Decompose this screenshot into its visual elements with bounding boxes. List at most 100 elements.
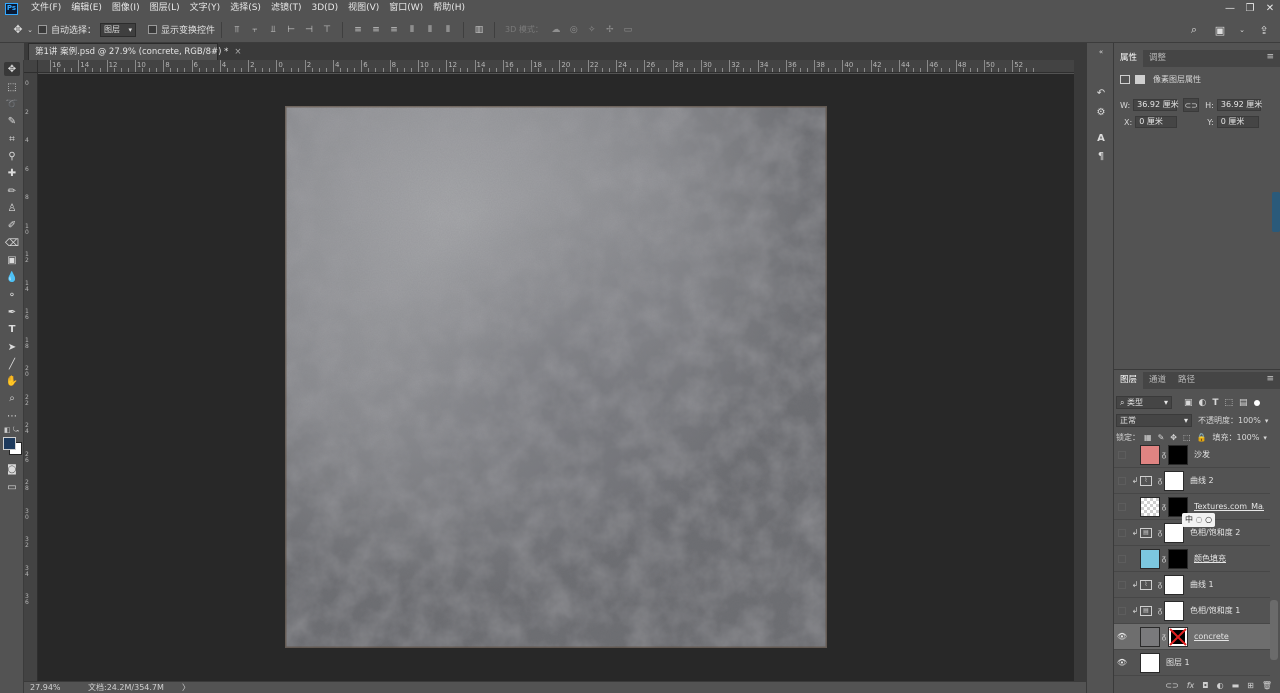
visibility-toggle[interactable] [1118,554,1126,563]
layer-row[interactable]: ↲ ⌇ ᵹ 曲线 2 [1114,468,1270,494]
layer-mask-thumbnail[interactable] [1168,548,1188,569]
visibility-toggle[interactable] [1118,606,1126,615]
hand-tool-icon[interactable]: ✋ [4,374,20,388]
swap-colors-icon[interactable]: ◧ ⤿ [4,426,24,436]
floating-tool-hint[interactable]: 中 ◌ ○ [1182,513,1216,527]
move-tool-icon[interactable]: ✥ [4,62,20,76]
filter-type-icon[interactable]: T [1212,398,1218,408]
lock-all-icon[interactable]: 🔒 [1197,433,1207,442]
paragraph-panel-icon[interactable]: ¶ [1094,149,1108,163]
share-icon[interactable]: ⇪ [1256,24,1272,37]
new-layer-icon[interactable]: ⊞ [1247,681,1254,690]
foreground-color-swatch[interactable] [3,437,16,450]
menu-file[interactable]: 文件(F) [26,0,66,17]
auto-select-dropdown[interactable]: 图层 ▾ [100,22,137,37]
filter-shape-icon[interactable]: ⬚ [1225,398,1234,408]
layer-name[interactable]: Textures.com_Ma... [1194,502,1264,511]
mask-icon[interactable] [1135,75,1145,84]
align-vcenter-icon[interactable]: ⫟ [246,23,264,37]
move-tool-preset-icon[interactable]: ✥ [10,23,26,36]
lock-pixels-icon[interactable]: ✎ [1158,433,1165,442]
dodge-tool-icon[interactable]: ⚬ [4,288,20,302]
layer-name[interactable]: 色相/饱和度 2 [1190,527,1260,538]
distribute-right-icon[interactable]: ⦀ [439,23,457,37]
lock-artboard-icon[interactable]: ⬚ [1183,433,1191,442]
align-left-icon[interactable]: ⊢ [282,23,300,37]
lock-transparent-icon[interactable]: ▦ [1144,433,1152,442]
link-icon[interactable]: ᵹ [1156,580,1164,589]
pen-tool-icon[interactable]: ✒ [4,305,20,319]
character-panel-icon[interactable]: A [1094,131,1108,145]
layer-thumbnail[interactable] [1140,444,1160,465]
menu-select[interactable]: 选择(S) [225,0,266,17]
link-icon[interactable]: ⊂⊃ [1183,98,1200,112]
align-top-icon[interactable]: ⫪ [228,23,246,37]
layer-name[interactable]: concrete [1194,632,1264,641]
eraser-tool-icon[interactable]: ⌫ [4,236,20,250]
mask-icon[interactable]: ◘ [1202,681,1208,690]
menu-type[interactable]: 文字(Y) [185,0,226,17]
layer-mask-thumbnail[interactable] [1168,444,1188,465]
stamp-tool-icon[interactable]: ♙ [4,201,20,215]
menu-filter[interactable]: 滤镜(T) [266,0,307,17]
roll-3d-icon[interactable]: ◎ [565,23,583,37]
concrete-texture-image[interactable] [285,106,827,648]
distribute-bottom-icon[interactable]: ≡ [385,23,403,37]
link-icon[interactable]: ᵹ [1160,632,1168,641]
chevron-down-icon[interactable]: ▾ [1263,434,1267,442]
adjustment-icon[interactable]: ◐ [1217,681,1224,690]
layer-thumbnail[interactable] [1140,652,1160,673]
layer-row[interactable]: 👁 图层 1 [1114,650,1270,676]
eye-icon[interactable]: 👁 [1114,658,1130,667]
menu-3d[interactable]: 3D(D) [306,0,343,17]
link-icon[interactable]: ᵹ [1156,606,1164,615]
blend-mode-dropdown[interactable]: 正常 ▾ [1116,414,1192,427]
opacity-value[interactable]: 100% [1238,416,1261,425]
minimize-button[interactable]: — [1220,0,1240,17]
layer-name[interactable]: 曲线 1 [1190,579,1260,590]
panel-menu-icon[interactable]: ≡ [1266,52,1274,62]
drag-3d-icon[interactable]: ✧ [583,23,601,37]
type-tool-icon[interactable]: T [4,322,20,336]
h-field[interactable]: 36.92 厘米 [1216,99,1262,111]
link-icon[interactable]: ⊂⊃ [1165,681,1178,690]
tab-adjustments[interactable]: 调整 [1143,50,1172,67]
screen-mode-icon[interactable]: ▭ [4,480,20,494]
tab-paths[interactable]: 路径 [1172,372,1201,389]
fill-value[interactable]: 100% [1237,433,1260,442]
visibility-toggle[interactable] [1118,528,1126,537]
layers-scrollbar[interactable] [1270,600,1278,660]
fx-icon[interactable]: fx [1187,681,1195,690]
layer-name[interactable]: 颜色填充 [1194,553,1264,564]
slide-3d-icon[interactable]: ✢ [601,23,619,37]
layer-row[interactable]: ↲ ▤ ᵹ 色相/饱和度 1 [1114,598,1270,624]
layer-mask-thumbnail[interactable] [1164,600,1184,621]
w-field[interactable]: 36.92 厘米 [1133,99,1179,111]
panel-menu-icon[interactable]: ≡ [1266,374,1274,384]
link-icon[interactable]: ᵹ [1160,450,1168,459]
auto-align-icon[interactable]: ▥ [470,23,488,37]
filter-toggle-icon[interactable] [1253,399,1260,406]
folder-icon[interactable]: ▬ [1232,681,1240,690]
ruler-corner[interactable] [24,60,38,73]
filter-pixel-icon[interactable]: ▣ [1184,398,1193,408]
restore-button[interactable]: ❐ [1240,0,1260,17]
tab-channels[interactable]: 通道 [1143,372,1172,389]
chevron-down-icon[interactable]: ⌄ [26,26,34,34]
filter-adjustment-icon[interactable]: ◐ [1199,398,1207,408]
chevron-down-icon[interactable]: ⌄ [1238,26,1246,34]
document-tab[interactable]: 第1讲 案例.psd @ 27.9% (concrete, RGB/8#) * × [28,43,242,60]
brush-settings-icon[interactable]: ⚙ [1094,105,1108,119]
menu-layer[interactable]: 图层(L) [145,0,185,17]
layer-thumbnail[interactable] [1140,626,1160,647]
more-tools-icon[interactable]: ⋯ [4,409,20,423]
menu-edit[interactable]: 编辑(E) [66,0,107,17]
layer-row[interactable]: ↲ ⌇ ᵹ 曲线 1 [1114,572,1270,598]
horizontal-ruler[interactable]: 16 14 12 10 8 6 4 2 0 2 4 6 8 10 12 14 16 18 20 22 24 26 28 30 3… [38,60,1074,73]
align-bottom-icon[interactable]: ⫫ [264,23,282,37]
eyedropper-tool-icon[interactable]: ⚲ [4,149,20,163]
filter-type-dropdown[interactable]: ⌕ 类型 ▾ [1116,396,1172,409]
quick-select-tool-icon[interactable]: ✎ [4,114,20,128]
layer-thumbnail[interactable] [1140,548,1160,569]
close-icon[interactable]: × [234,47,241,57]
